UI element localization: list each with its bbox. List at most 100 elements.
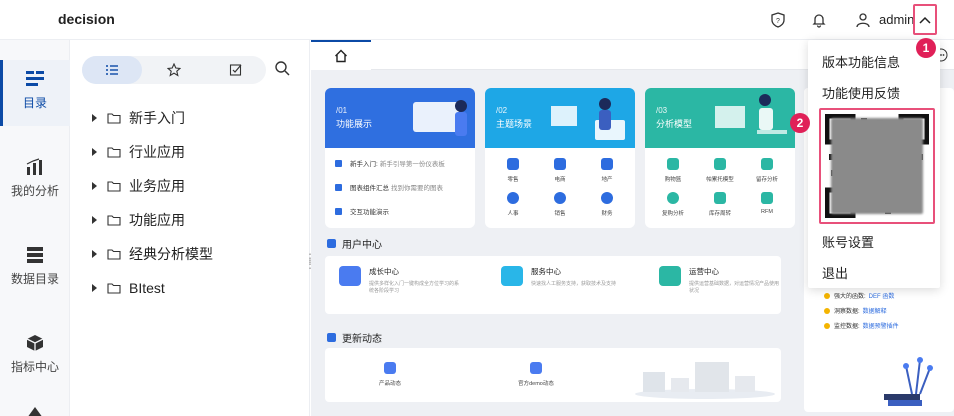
service-center-icon: [501, 266, 523, 286]
banner-analysis-models[interactable]: /03 分析模型: [645, 88, 795, 148]
tree-view-tabs: [82, 56, 266, 84]
folder-icon: [107, 248, 121, 260]
folder-icon: [107, 146, 121, 158]
rail-item-data-catalog[interactable]: 数据目录: [0, 246, 70, 287]
banner-title: 分析模型: [656, 119, 693, 129]
model-item[interactable]: 复购分析: [651, 192, 695, 217]
user-center-card[interactable]: 服务中心 快速找人工服务支持，获取技术及支持: [501, 266, 621, 288]
rail-item-label: 我的分析: [10, 184, 59, 198]
tree-node-label: 新手入门: [129, 110, 185, 126]
update-card[interactable]: 产品动态: [365, 362, 415, 387]
tree-node-label: 业务应用: [129, 178, 185, 194]
menu-item-feedback[interactable]: 功能使用反馈: [822, 83, 900, 102]
highlight-line[interactable]: 强大的函数: DEF 函数: [824, 291, 894, 300]
scene-item[interactable]: 零售: [491, 158, 535, 183]
scene-item[interactable]: 销售: [538, 192, 582, 217]
triangle-icon: [28, 407, 42, 416]
lightbulb-icon: [824, 322, 830, 329]
person-icon: [507, 192, 519, 204]
scene-grid-card: 零售 电商 地产 人事 销售 财务: [485, 148, 635, 228]
user-menu-toggle[interactable]: [913, 4, 937, 35]
expand-arrow-icon[interactable]: [92, 284, 97, 292]
lightbulb-icon: [824, 292, 830, 299]
dollar-icon: [554, 192, 566, 204]
tree-node[interactable]: 功能应用: [92, 209, 185, 231]
product-trend-icon: [384, 362, 396, 374]
user-name[interactable]: admin: [879, 12, 914, 27]
expand-arrow-icon[interactable]: [92, 216, 97, 224]
model-item[interactable]: 留存分析: [745, 158, 789, 183]
tree-search-button[interactable]: [274, 60, 290, 79]
banner-scenarios[interactable]: /02 主题场景: [485, 88, 635, 148]
tree-node[interactable]: 新手入门: [92, 107, 185, 129]
tree-node[interactable]: 行业应用: [92, 141, 185, 163]
scene-item[interactable]: 地产: [585, 158, 629, 183]
illustration-analyst-icon: [715, 94, 787, 134]
folder-icon: [107, 180, 121, 192]
tab-edit[interactable]: [206, 56, 266, 84]
banner-feature-showcase[interactable]: /01 功能展示: [325, 88, 475, 148]
scene-item[interactable]: 电商: [538, 158, 582, 183]
user-center-card[interactable]: 成长中心 提供多样化入门一键构成全方位学习的系统各阶段学习: [339, 266, 459, 295]
scene-item[interactable]: 财务: [585, 192, 629, 217]
catalog-icon: [26, 71, 44, 86]
feature-list-item[interactable]: 新手入门: 新手引导第一份仪表板: [335, 158, 445, 168]
app-title: decision: [58, 11, 115, 27]
menu-item-logout[interactable]: 退出: [822, 263, 848, 282]
shield-help-icon[interactable]: ?: [768, 10, 788, 30]
updates-icon: [327, 333, 336, 342]
tree-node[interactable]: 经典分析模型: [92, 243, 213, 265]
tab-favorites[interactable]: [144, 56, 204, 84]
feature-list-item[interactable]: 交互功能演示: [335, 206, 389, 216]
menu-item-account-settings[interactable]: 账号设置: [822, 232, 874, 251]
rfm-icon: [761, 192, 773, 204]
illustration-plant-books-icon: [884, 357, 933, 406]
chart-icon: [335, 183, 342, 191]
analysis-chart-icon: [26, 158, 42, 175]
tab-list-view[interactable]: [82, 56, 142, 84]
cart-icon: [554, 158, 566, 170]
illustration-scenarios-icon: [551, 98, 625, 140]
model-item[interactable]: 购物篮: [651, 158, 695, 183]
expand-arrow-icon[interactable]: [92, 182, 97, 190]
tree-node-label: 行业应用: [129, 144, 185, 160]
model-item[interactable]: 库存周转: [698, 192, 742, 217]
rail-item-catalog[interactable]: 目录: [0, 70, 70, 111]
user-icon[interactable]: [853, 10, 873, 30]
cube-icon: [26, 335, 44, 351]
banner-title: 功能展示: [336, 119, 373, 129]
user-center-card[interactable]: 运营中心 提供运营基础数据，对运营情况产品使用状况: [659, 266, 779, 295]
expand-arrow-icon[interactable]: [92, 148, 97, 156]
section-updates: 更新动态: [327, 330, 382, 345]
rail-item-more[interactable]: [0, 406, 70, 416]
highlight-line[interactable]: 监控数据: 数据预警插件: [824, 321, 899, 330]
demo-doc-icon: [530, 362, 542, 374]
tree-node[interactable]: BItest: [92, 277, 165, 299]
database-icon: [27, 247, 43, 263]
model-item[interactable]: 帕累托模型: [698, 158, 742, 183]
search-icon: [275, 61, 290, 76]
illustration-person-board-icon: [413, 100, 467, 136]
model-item[interactable]: RFM: [745, 192, 789, 215]
menu-item-version-info[interactable]: 版本功能信息: [822, 52, 900, 71]
tab-home[interactable]: [311, 40, 371, 70]
tree-node[interactable]: 业务应用: [92, 175, 185, 197]
tree-node-label: 功能应用: [129, 212, 185, 228]
finance-icon: [601, 192, 613, 204]
building-icon: [601, 158, 613, 170]
feature-list-item[interactable]: 图表组件汇总 找到你需要的图表: [335, 182, 443, 192]
highlight-line[interactable]: 洞察数据: 数据解释: [824, 306, 887, 315]
qr-code-obscured-area: [831, 118, 923, 214]
star-icon: [167, 63, 181, 77]
rail-item-metrics-center[interactable]: 指标中心: [0, 334, 70, 375]
expand-arrow-icon[interactable]: [92, 250, 97, 258]
top-bar: decision ? admin: [0, 0, 954, 40]
tree-node-label: BItest: [129, 280, 165, 296]
bell-icon[interactable]: [809, 10, 829, 30]
expand-arrow-icon[interactable]: [92, 114, 97, 122]
rail-item-label: 数据目录: [10, 272, 59, 286]
scene-item[interactable]: 人事: [491, 192, 535, 217]
edit-box-icon: [229, 64, 242, 76]
update-card[interactable]: 官方demo动态: [501, 362, 571, 387]
rail-item-my-analysis[interactable]: 我的分析: [0, 158, 70, 199]
